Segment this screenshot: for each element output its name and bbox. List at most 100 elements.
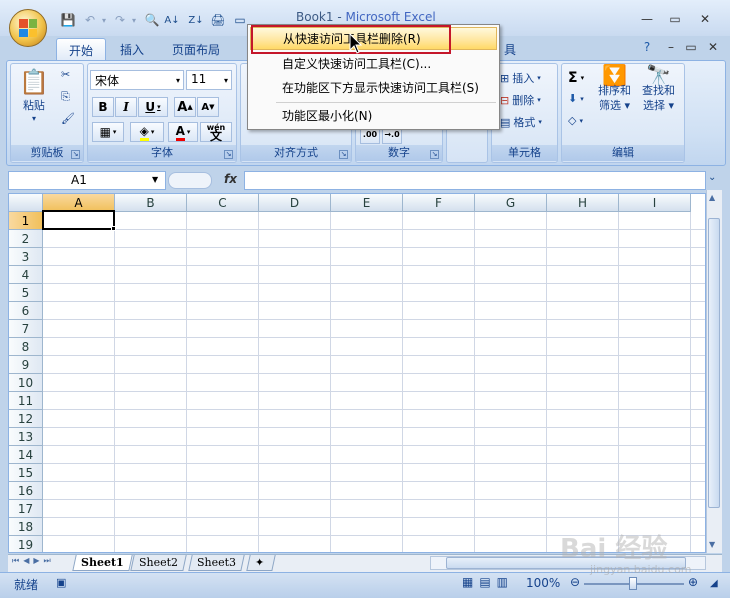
autosum-button[interactable]: Σ ▾ [568, 70, 584, 86]
column-header[interactable]: G [475, 194, 547, 212]
shrink-font-button[interactable]: A ▼ [197, 97, 219, 117]
clear-button[interactable]: ◇ ▾ [568, 114, 583, 127]
bold-button[interactable]: B [92, 97, 114, 117]
sheet-tab-2[interactable]: Sheet2 [130, 555, 187, 571]
sort-asc-icon[interactable]: A↓ [164, 12, 180, 28]
sort-filter-button[interactable]: ⏬ 排序和 筛选 ▾ [598, 65, 631, 113]
font-name-select[interactable]: 宋体 ▾ [90, 70, 184, 90]
paste-button[interactable]: 📋 粘贴 ▾ [19, 68, 49, 123]
number-launcher[interactable]: ↘ [430, 150, 439, 159]
minimize-button[interactable]: — [636, 10, 658, 28]
phonetic-button[interactable]: wén 文 [200, 122, 232, 142]
save-icon[interactable]: 💾 [60, 12, 76, 28]
row-header[interactable]: 11 [9, 392, 43, 410]
scroll-up-icon[interactable]: ▲ [709, 193, 715, 202]
insert-sheet-icon[interactable]: ✦ [246, 555, 276, 571]
tab-insert[interactable]: 插入 [108, 38, 156, 62]
sheet-nav-icons[interactable]: ⏮◀▶⏭ [12, 556, 55, 566]
font-color-button[interactable]: A ▾ [168, 122, 198, 142]
row-header[interactable]: 17 [9, 500, 43, 518]
select-all-corner[interactable] [9, 194, 43, 212]
column-header[interactable]: C [187, 194, 259, 212]
fill-color-button[interactable]: ◈ ▾ [130, 122, 164, 142]
column-header[interactable]: F [403, 194, 475, 212]
office-button[interactable] [9, 9, 47, 47]
formula-input[interactable] [244, 171, 706, 190]
font-launcher[interactable]: ↘ [224, 150, 233, 159]
sheet-tab-3[interactable]: Sheet3 [188, 555, 245, 571]
row-header[interactable]: 14 [9, 446, 43, 464]
row-header[interactable]: 7 [9, 320, 43, 338]
format-painter-icon[interactable]: 🖌 [61, 112, 75, 125]
cut-icon[interactable]: ✂ [61, 68, 70, 81]
menu-customize-qat[interactable]: 自定义快速访问工具栏(C)... [250, 53, 497, 76]
row-header[interactable]: 1 [9, 212, 43, 230]
sort-desc-icon[interactable]: Z↓ [188, 12, 204, 28]
print-icon[interactable]: 🖨 [210, 12, 226, 28]
grow-font-button[interactable]: A ▲ [174, 97, 196, 117]
fill-button[interactable]: ⬇ ▾ [568, 92, 584, 105]
row-header[interactable]: 2 [9, 230, 43, 248]
row-header[interactable]: 19 [9, 536, 43, 552]
italic-button[interactable]: I [115, 97, 137, 117]
insert-function-icon[interactable]: fx [224, 172, 237, 186]
row-header[interactable]: 6 [9, 302, 43, 320]
clipboard-launcher[interactable]: ↘ [71, 150, 80, 159]
border-button[interactable]: ▦ ▾ [92, 122, 124, 142]
formula-bar-grip[interactable] [168, 172, 212, 189]
help-icon[interactable]: ? [636, 38, 658, 56]
format-cells-button[interactable]: ▤ 格式 ▾ [500, 114, 542, 130]
zoom-out-icon[interactable]: ⊖ [570, 575, 580, 589]
copy-icon[interactable]: ⎘ [61, 90, 70, 104]
row-header[interactable]: 10 [9, 374, 43, 392]
row-header[interactable]: 12 [9, 410, 43, 428]
scroll-down-icon[interactable]: ▼ [709, 540, 715, 549]
column-header[interactable]: I [619, 194, 691, 212]
delete-cells-button[interactable]: ⊟ 删除 ▾ [500, 92, 541, 108]
view-buttons[interactable]: ▦▤▥ [462, 575, 514, 589]
font-size-select[interactable]: 11 ▾ [186, 70, 232, 90]
active-cell-a1[interactable] [42, 210, 115, 230]
row-header[interactable]: 9 [9, 356, 43, 374]
window-icon[interactable]: ▭ [232, 12, 248, 28]
macro-record-icon[interactable]: ▣ [56, 576, 66, 589]
alignment-launcher[interactable]: ↘ [339, 150, 348, 159]
print-preview-icon[interactable]: 🔍 [144, 12, 160, 28]
row-header[interactable]: 3 [9, 248, 43, 266]
fill-handle[interactable] [111, 226, 116, 231]
row-header[interactable]: 15 [9, 464, 43, 482]
insert-cells-button[interactable]: ⊞ 插入 ▾ [500, 70, 541, 86]
undo-dropdown-icon[interactable]: ▾ [96, 12, 112, 28]
expand-formula-bar-icon[interactable]: ⌄ [708, 172, 716, 183]
column-header[interactable]: E [331, 194, 403, 212]
column-header[interactable]: B [115, 194, 187, 212]
tab-page-layout[interactable]: 页面布局 [160, 38, 232, 62]
redo-dropdown-icon[interactable]: ▾ [126, 12, 142, 28]
underline-button[interactable]: U ▾ [138, 97, 168, 117]
zoom-slider-thumb[interactable] [629, 577, 637, 590]
tab-home[interactable]: 开始 [56, 38, 107, 62]
resize-grip-icon[interactable]: ◢ [710, 578, 718, 589]
row-header[interactable]: 4 [9, 266, 43, 284]
row-header[interactable]: 5 [9, 284, 43, 302]
row-header[interactable]: 8 [9, 338, 43, 356]
find-select-button[interactable]: 🔭 查找和 选择 ▾ [642, 65, 675, 113]
name-box[interactable]: A1 [8, 171, 166, 190]
vertical-scroll-thumb[interactable] [708, 218, 720, 508]
menu-minimize-ribbon[interactable]: 功能区最小化(N) [250, 105, 497, 128]
row-header[interactable]: 13 [9, 428, 43, 446]
column-header[interactable]: H [547, 194, 619, 212]
column-header[interactable]: D [259, 194, 331, 212]
maximize-button[interactable]: ▭ [664, 10, 686, 28]
row-header[interactable]: 18 [9, 518, 43, 536]
name-box-dropdown-icon[interactable]: ▼ [152, 175, 158, 184]
doc-restore-button[interactable]: ▭ [680, 38, 702, 56]
zoom-level[interactable]: 100% [526, 576, 560, 590]
menu-show-qat-below[interactable]: 在功能区下方显示快速访问工具栏(S) [250, 77, 497, 100]
sheet-tab-1[interactable]: Sheet1 [72, 555, 133, 571]
doc-close-button[interactable]: ✕ [702, 38, 724, 56]
row-header[interactable]: 16 [9, 482, 43, 500]
close-button[interactable]: ✕ [694, 10, 716, 28]
doc-minimize-button[interactable]: – [660, 38, 682, 56]
zoom-in-icon[interactable]: ⊕ [688, 575, 698, 589]
